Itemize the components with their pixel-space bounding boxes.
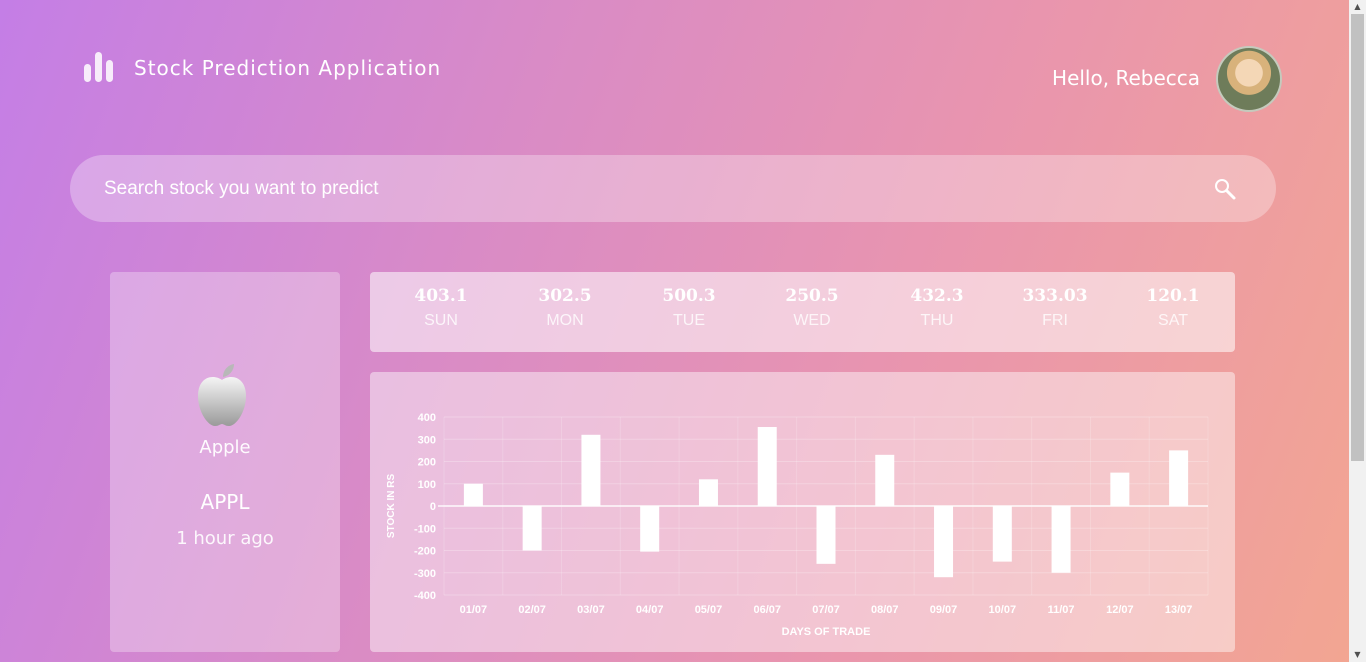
x-tick-label: 02/07 [518,604,546,616]
user-avatar[interactable] [1216,46,1282,112]
bar [1051,506,1071,573]
day-item: 333.03 FRI [1000,286,1110,330]
day-value: 250.5 [785,286,839,306]
day-item: 302.5 MON [510,286,620,330]
vertical-scrollbar[interactable]: ▲ ▼ [1349,0,1366,662]
x-tick-label: 08/07 [871,604,899,616]
scrollbar-thumb[interactable] [1351,14,1364,461]
user-greeting: Hello, Rebecca [1052,66,1200,90]
day-label: SAT [1158,312,1188,329]
day-label: FRI [1042,312,1068,329]
x-tick-label: 01/07 [460,604,488,616]
y-tick-label: 400 [418,412,436,424]
y-tick-label: -400 [414,590,436,602]
bar [581,434,601,506]
bar [1169,450,1189,506]
search-bar [70,155,1276,222]
stock-ticker: APPL [200,490,250,514]
bar [463,483,483,506]
day-value: 500.3 [662,286,716,306]
apple-logo-icon [198,364,246,426]
x-tick-label: 04/07 [636,604,664,616]
x-tick-label: 05/07 [695,604,723,616]
stock-summary-card: Apple APPL 1 hour ago [110,272,340,652]
y-tick-label: 0 [430,501,436,513]
y-tick-label: 200 [418,457,436,469]
bar [1110,472,1130,506]
stock-bar-chart: 400 300 200 100 0 -100 -200 -300 -400 01/07 02/07 0… [386,412,1209,638]
scroll-down-arrow-icon[interactable]: ▼ [1349,648,1366,662]
y-tick-label: -100 [414,523,436,535]
day-label: TUE [673,312,705,329]
day-label: THU [920,312,954,329]
bar [992,506,1012,562]
x-tick-label: 03/07 [577,604,605,616]
search-input[interactable] [104,155,1184,222]
day-item: 250.5 WED [757,286,867,330]
company-name: Apple [199,437,251,458]
day-label: SUN [424,312,458,329]
stock-chart-card: 400 300 200 100 0 -100 -200 -300 -400 01/07 02/07 0… [370,372,1235,652]
y-tick-label: 100 [418,479,436,491]
bar [522,506,542,551]
weekly-prices-card: 403.1 SUN 302.5 MON 500.3 TUE 250.5 WED … [370,272,1235,352]
day-label: MON [546,312,584,329]
day-item: 432.3 THU [882,286,992,330]
x-tick-label: 13/07 [1165,604,1193,616]
search-icon[interactable] [1213,177,1237,201]
x-tick-label: 06/07 [753,604,781,616]
day-value: 333.03 [1022,286,1088,306]
day-value: 302.5 [538,286,592,306]
day-item: 500.3 TUE [634,286,744,330]
bar [640,506,660,552]
day-label: WED [793,312,831,329]
y-tick-label: -200 [414,546,436,558]
day-value: 403.1 [414,286,468,306]
x-tick-label: 07/07 [812,604,840,616]
bar [698,479,718,506]
bar [934,506,954,578]
x-axis-label: DAYS OF TRADE [782,626,871,638]
x-tick-label: 12/07 [1106,604,1134,616]
last-updated: 1 hour ago [176,528,274,549]
x-tick-label: 09/07 [930,604,958,616]
y-axis-label: STOCK IN RS [386,474,397,539]
day-value: 120.1 [1146,286,1200,306]
app-title: Stock Prediction Application [134,56,442,80]
day-item: 120.1 SAT [1118,286,1228,330]
bar [757,427,777,506]
day-item: 403.1 SUN [386,286,496,330]
scroll-up-arrow-icon[interactable]: ▲ [1349,0,1366,14]
bar [816,506,836,564]
y-tick-label: -300 [414,568,436,580]
bar [875,454,895,506]
x-tick-label: 10/07 [989,604,1017,616]
day-value: 432.3 [910,286,964,306]
x-tick-label: 11/07 [1048,604,1075,616]
y-tick-label: 300 [418,434,436,446]
app-logo-icon [84,52,113,82]
